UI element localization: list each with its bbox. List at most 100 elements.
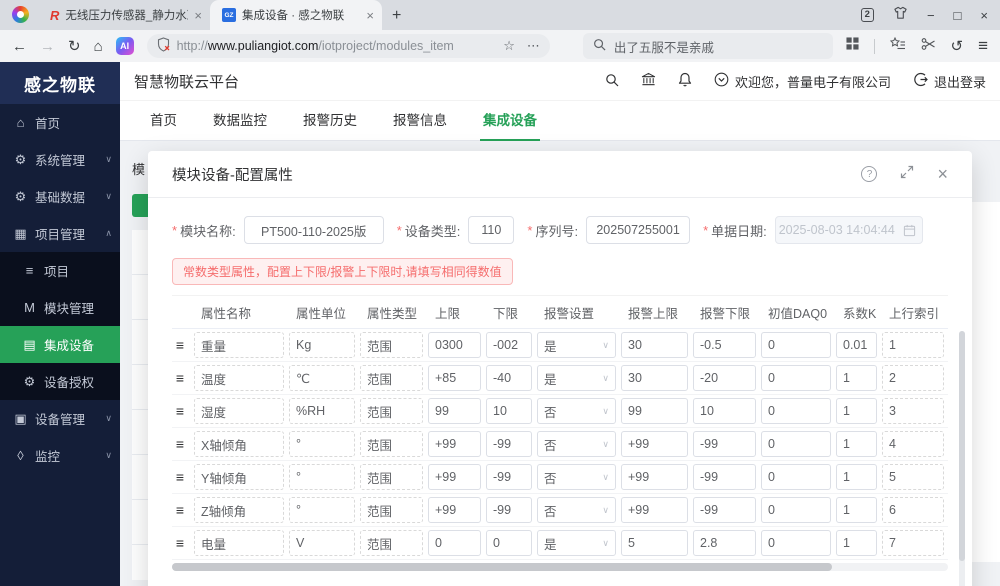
uplink-index-input[interactable] — [882, 464, 944, 490]
init-daq0-input[interactable] — [761, 398, 831, 424]
nav-tab-1[interactable]: 数据监控 — [213, 101, 267, 141]
header-search-icon[interactable] — [605, 73, 619, 90]
alarm-setting-select[interactable]: 是 ∨ — [537, 332, 616, 358]
attr-name-input[interactable] — [194, 431, 284, 457]
sidebar-item-4[interactable]: ≡ 项目 — [0, 252, 120, 289]
uplink-index-input[interactable] — [882, 365, 944, 391]
alarm-setting-select[interactable]: 是 ∨ — [537, 530, 616, 556]
uplink-index-input[interactable] — [882, 530, 944, 556]
attr-unit-input[interactable] — [289, 530, 355, 556]
alarm-lower-input[interactable] — [693, 398, 756, 424]
browser-search-box[interactable]: 出了五服不是亲戚 — [582, 33, 833, 59]
restore-undo-icon[interactable]: ↺ — [951, 39, 964, 54]
coefficient-k-input[interactable] — [836, 431, 877, 457]
init-daq0-input[interactable] — [761, 332, 831, 358]
alarm-upper-input[interactable] — [621, 497, 688, 523]
alarm-lower-input[interactable] — [693, 431, 756, 457]
uplink-index-input[interactable] — [882, 332, 944, 358]
coefficient-k-input[interactable] — [836, 365, 877, 391]
attr-type-input[interactable] — [360, 497, 423, 523]
coefficient-k-input[interactable] — [836, 497, 877, 523]
attr-name-input[interactable] — [194, 365, 284, 391]
back-icon[interactable]: ← — [12, 39, 27, 54]
alarm-upper-input[interactable] — [621, 464, 688, 490]
attr-name-input[interactable] — [194, 332, 284, 358]
window-close-button[interactable]: × — [980, 8, 988, 23]
attr-name-input[interactable] — [194, 398, 284, 424]
horizontal-scrollbar[interactable] — [172, 563, 948, 571]
minimize-button[interactable]: − — [927, 8, 935, 23]
upper-limit-input[interactable] — [428, 365, 481, 391]
attr-type-input[interactable] — [360, 530, 423, 556]
favorites-list-icon[interactable] — [889, 36, 906, 56]
apps-grid-icon[interactable] — [845, 37, 859, 55]
attr-name-input[interactable] — [194, 497, 284, 523]
vertical-scrollbar[interactable] — [959, 331, 965, 586]
address-bar[interactable]: http://www.puliangiot.com/iotproject/mod… — [146, 34, 550, 58]
bookmark-star-icon[interactable]: ☆ — [503, 38, 515, 54]
drag-handle-icon[interactable]: ≡ — [172, 370, 188, 386]
nav-tab-4[interactable]: 集成设备 — [480, 101, 540, 141]
upper-limit-input[interactable] — [428, 530, 481, 556]
modal-close-icon[interactable]: × — [937, 165, 948, 183]
init-daq0-input[interactable] — [761, 431, 831, 457]
ai-assistant-icon[interactable]: AI — [115, 37, 134, 55]
drag-handle-icon[interactable]: ≡ — [172, 469, 188, 485]
attr-unit-input[interactable] — [289, 398, 355, 424]
drag-handle-icon[interactable]: ≡ — [172, 535, 188, 551]
lower-limit-input[interactable] — [486, 431, 532, 457]
home-icon[interactable]: ⌂ — [94, 39, 103, 54]
tab-count-badge[interactable]: 2 — [860, 8, 874, 22]
browser-tab-1[interactable]: R 无线压力传感器_静力水准仪_ × — [38, 0, 210, 30]
attr-unit-input[interactable] — [289, 332, 355, 358]
uplink-index-input[interactable] — [882, 497, 944, 523]
attr-type-input[interactable] — [360, 332, 423, 358]
attr-unit-input[interactable] — [289, 365, 355, 391]
alarm-upper-input[interactable] — [621, 365, 688, 391]
forward-icon[interactable]: → — [40, 39, 55, 54]
maximize-button[interactable]: □ — [954, 8, 962, 23]
sidebar-item-6[interactable]: ▤ 集成设备 — [0, 326, 120, 363]
theme-shirt-icon[interactable] — [893, 6, 908, 25]
attr-type-input[interactable] — [360, 365, 423, 391]
sidebar-item-7[interactable]: ⚙ 设备授权 — [0, 363, 120, 400]
reload-icon[interactable]: ↻ — [68, 39, 81, 54]
upper-limit-input[interactable] — [428, 464, 481, 490]
alarm-lower-input[interactable] — [693, 365, 756, 391]
alarm-setting-select[interactable]: 否 ∨ — [537, 497, 616, 523]
browser-tab-2[interactable]: GZ 集成设备 · 感之物联 × — [210, 0, 382, 30]
vertical-scroll-thumb[interactable] — [959, 331, 965, 561]
notifications-bell-icon[interactable] — [678, 72, 692, 90]
logout-button[interactable]: 退出登录 — [913, 72, 986, 91]
init-daq0-input[interactable] — [761, 530, 831, 556]
sidebar-item-3[interactable]: ▦ 项目管理 ∧ — [0, 215, 120, 252]
drag-handle-icon[interactable]: ≡ — [172, 403, 188, 419]
drag-handle-icon[interactable]: ≡ — [172, 436, 188, 452]
horizontal-scroll-thumb[interactable] — [172, 563, 832, 571]
alarm-setting-select[interactable]: 否 ∨ — [537, 464, 616, 490]
tab1-close-icon[interactable]: × — [194, 8, 202, 23]
alarm-lower-input[interactable] — [693, 332, 756, 358]
organization-bank-icon[interactable] — [641, 72, 656, 90]
uplink-index-input[interactable] — [882, 431, 944, 457]
sidebar-item-1[interactable]: ⚙ 系统管理 ∨ — [0, 141, 120, 178]
lower-limit-input[interactable] — [486, 398, 532, 424]
sidebar-item-2[interactable]: ⚙ 基础数据 ∨ — [0, 178, 120, 215]
new-tab-button[interactable]: + — [392, 7, 401, 25]
alarm-upper-input[interactable] — [621, 332, 688, 358]
upper-limit-input[interactable] — [428, 497, 481, 523]
serial-input[interactable] — [586, 216, 691, 244]
upper-limit-input[interactable] — [428, 431, 481, 457]
more-actions-icon[interactable]: ⋯ — [527, 38, 540, 54]
nav-tab-0[interactable]: 首页 — [150, 101, 177, 141]
drag-handle-icon[interactable]: ≡ — [172, 502, 188, 518]
fullscreen-expand-icon[interactable] — [900, 165, 914, 184]
upper-limit-input[interactable] — [428, 332, 481, 358]
account-menu[interactable]: 欢迎您，普量电子有限公司 — [714, 72, 891, 91]
shield-icon[interactable] — [157, 37, 170, 55]
sidebar-item-5[interactable]: M 模块管理 — [0, 289, 120, 326]
lower-limit-input[interactable] — [486, 530, 532, 556]
alarm-lower-input[interactable] — [693, 464, 756, 490]
module-name-input[interactable] — [243, 216, 384, 244]
init-daq0-input[interactable] — [761, 365, 831, 391]
